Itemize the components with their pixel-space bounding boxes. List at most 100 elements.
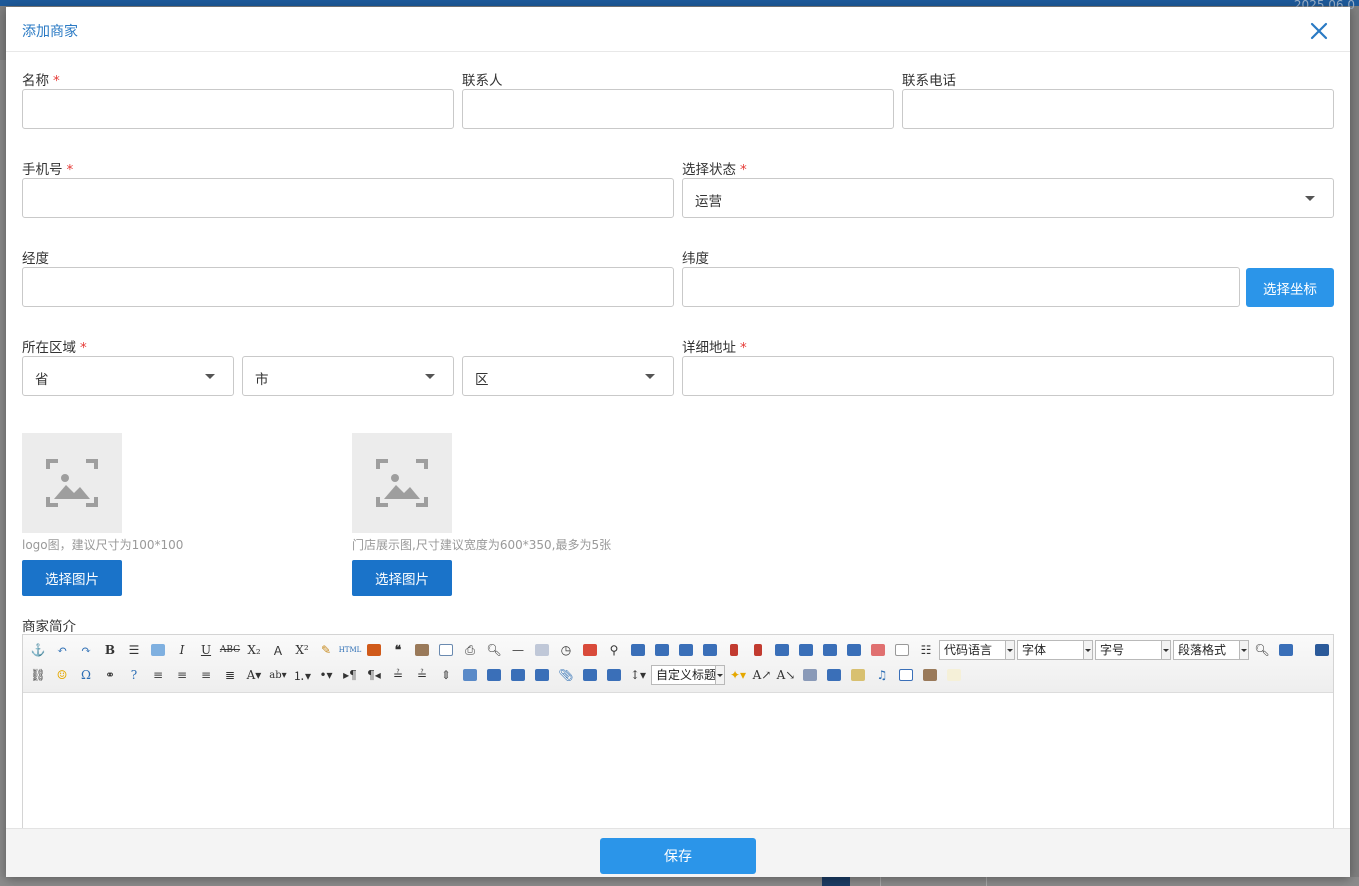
latitude-input[interactable] (682, 267, 1240, 307)
special-chars-icon[interactable]: Ω (75, 665, 97, 685)
template-icon[interactable] (891, 640, 913, 660)
redo-icon[interactable]: ↷ (75, 640, 97, 660)
time-icon[interactable]: ◷ (555, 640, 577, 660)
insert-image-icon[interactable] (459, 665, 481, 685)
merge-down-icon[interactable] (699, 640, 721, 660)
word-image-icon[interactable] (799, 665, 821, 685)
split-cells-icon[interactable] (771, 640, 793, 660)
align-right-icon[interactable]: ≡ (171, 665, 193, 685)
date-icon[interactable] (579, 640, 601, 660)
bold-icon[interactable]: B (99, 640, 121, 660)
horizontal-rule-icon[interactable]: — (507, 640, 529, 660)
line-height-icon[interactable]: ⇕ (435, 665, 457, 685)
fullscreen-icon[interactable] (1311, 640, 1333, 660)
split-cols-icon[interactable] (819, 640, 841, 660)
row-spacing-top-icon[interactable]: ≟ (387, 665, 409, 685)
blockquote-icon[interactable]: ❝ (387, 640, 409, 660)
layout-icon[interactable] (823, 665, 845, 685)
font-color-icon[interactable]: A▾ (243, 665, 265, 685)
delete-col-icon[interactable] (747, 640, 769, 660)
image-left-icon[interactable] (507, 665, 529, 685)
contact-input[interactable] (462, 89, 894, 129)
scrawl-icon[interactable] (847, 665, 869, 685)
print-icon[interactable]: ⎙ (459, 640, 481, 660)
preview-icon[interactable]: 🔍︎ (483, 640, 505, 660)
insert-col-icon[interactable] (651, 640, 673, 660)
superscript-icon[interactable]: X² (291, 640, 313, 660)
strikethrough-icon[interactable]: ABC (219, 640, 241, 660)
insert-table-icon[interactable] (843, 640, 865, 660)
address-input[interactable] (682, 356, 1334, 396)
row-spacing-bottom-icon[interactable]: ≟ (411, 665, 433, 685)
line-height-select-icon[interactable]: ↕▾ (627, 665, 649, 685)
rtl-icon[interactable]: ¶◂ (363, 665, 385, 685)
subscript-icon[interactable]: X₂ (243, 640, 265, 660)
font-family-combo[interactable]: 字体 (1017, 640, 1093, 660)
code-language-combo[interactable]: 代码语言 (939, 640, 1015, 660)
unlink-icon[interactable]: ⚲ (603, 640, 625, 660)
editor-content-area[interactable] (23, 693, 1333, 833)
underline-icon[interactable]: U (195, 640, 217, 660)
mobile-input[interactable] (22, 178, 674, 218)
multi-image-icon[interactable] (603, 665, 625, 685)
anchor-icon[interactable]: ⚓ (27, 640, 49, 660)
name-input[interactable] (22, 89, 454, 129)
image-center-icon[interactable] (579, 665, 601, 685)
insert-code-icon[interactable]: ☷ (915, 640, 937, 660)
logo-image-placeholder[interactable] (22, 433, 122, 533)
insert-frame-icon[interactable] (1275, 640, 1297, 660)
indent-icon[interactable]: ☰ (123, 640, 145, 660)
image-right-icon[interactable] (531, 665, 553, 685)
search-replace-icon[interactable]: 🔍︎ (1251, 640, 1273, 660)
eraser-icon[interactable] (531, 640, 553, 660)
pick-coordinate-button[interactable]: 选择坐标 (1246, 268, 1334, 307)
magic-wand-icon[interactable]: ✦▾ (727, 665, 749, 685)
table-icon[interactable] (895, 665, 917, 685)
help-icon[interactable]: ? (123, 665, 145, 685)
attachment-icon[interactable]: 📎︎ (555, 665, 577, 685)
align-justify-icon[interactable]: ≣ (219, 665, 241, 685)
paragraph-combo[interactable]: 段落格式 (1173, 640, 1249, 660)
music-icon[interactable]: ♫ (871, 665, 893, 685)
phone-input[interactable] (902, 89, 1334, 129)
font-scale-up-icon[interactable]: A↗ (751, 665, 773, 685)
italic-icon[interactable]: I (171, 640, 193, 660)
status-select[interactable]: 运营 (682, 178, 1334, 218)
merge-right-icon[interactable] (675, 640, 697, 660)
html-source-icon[interactable]: HTML (339, 640, 362, 660)
save-button[interactable]: 保存 (600, 838, 756, 874)
font-scale-down-icon[interactable]: A↘ (775, 665, 797, 685)
snapscreen-icon[interactable] (147, 640, 169, 660)
close-icon[interactable] (1308, 20, 1330, 42)
font-border-icon[interactable]: Ａ (267, 640, 289, 660)
emotion-icon[interactable]: ☺ (51, 665, 73, 685)
autotypeset-icon[interactable] (435, 640, 457, 660)
unordered-list-icon[interactable]: •▾ (315, 665, 337, 685)
format-brush-icon[interactable]: ✎ (315, 640, 337, 660)
custom-title-combo[interactable]: 自定义标题 (651, 665, 725, 685)
link-icon[interactable]: ⛓ (27, 665, 49, 685)
district-select[interactable]: 区 (462, 356, 674, 396)
split-rows-icon[interactable] (795, 640, 817, 660)
delete-row-icon[interactable] (723, 640, 745, 660)
search-binoculars-icon[interactable]: ⚭ (99, 665, 121, 685)
ordered-list-icon[interactable]: ⒈▾ (291, 665, 313, 685)
city-select[interactable]: 市 (242, 356, 454, 396)
font-size-combo[interactable]: 字号 (1095, 640, 1171, 660)
ltr-icon[interactable]: ▸¶ (339, 665, 361, 685)
pick-logo-button[interactable]: 选择图片 (22, 560, 122, 596)
paste-icon[interactable] (919, 665, 941, 685)
align-center-icon[interactable]: ≡ (195, 665, 217, 685)
blank-page-icon[interactable] (943, 665, 965, 685)
paste-plain-icon[interactable] (411, 640, 433, 660)
undo-icon[interactable]: ↶ (51, 640, 73, 660)
image-insert-icon[interactable] (363, 640, 385, 660)
delete-table-icon[interactable] (867, 640, 889, 660)
insert-row-icon[interactable] (627, 640, 649, 660)
store-image-placeholder[interactable] (352, 433, 452, 533)
image-none-icon[interactable] (483, 665, 505, 685)
province-select[interactable]: 省 (22, 356, 234, 396)
longitude-input[interactable] (22, 267, 674, 307)
back-color-icon[interactable]: ab▾ (267, 665, 289, 685)
pick-store-image-button[interactable]: 选择图片 (352, 560, 452, 596)
